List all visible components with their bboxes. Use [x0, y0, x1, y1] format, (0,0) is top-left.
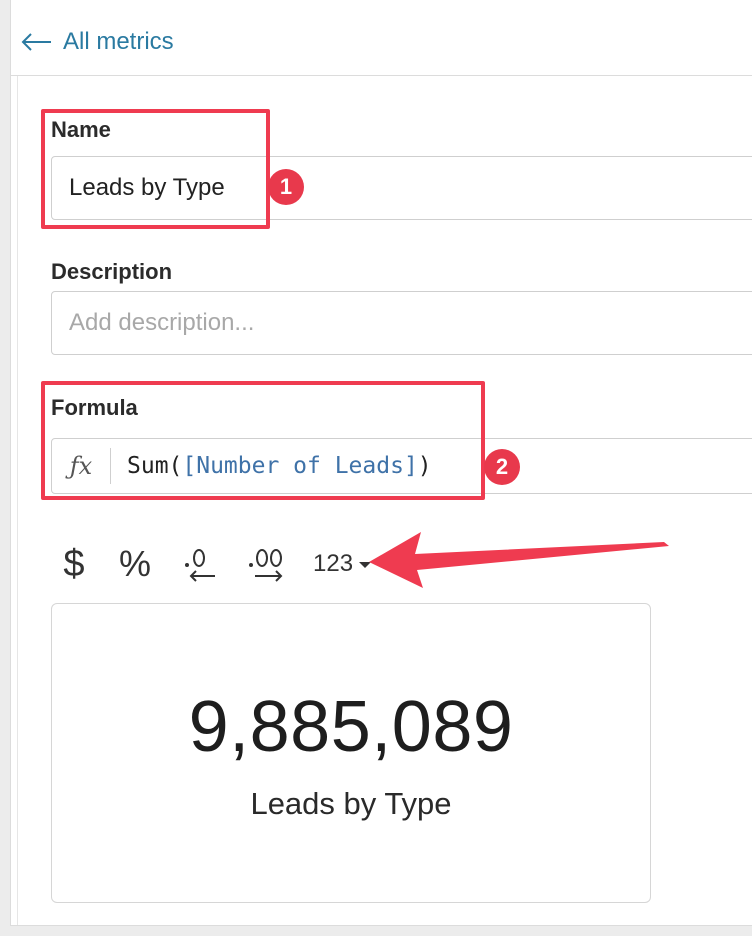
formula-field-reference: [Number of Leads] [182, 453, 418, 479]
metric-preview-card: 9,885,089 Leads by Type [51, 603, 651, 903]
back-to-all-metrics-link[interactable]: All metrics [21, 24, 174, 60]
percent-format-button[interactable]: % [115, 540, 155, 588]
annotation-badge-1: 1 [268, 169, 304, 205]
function-icon: ƒx [69, 452, 93, 480]
decrease-decimals-button[interactable] [181, 540, 221, 588]
formula-input[interactable]: ƒx Sum([Number of Leads]) [51, 438, 752, 494]
description-input[interactable]: Add description... [51, 291, 752, 355]
increase-decimals-button[interactable] [247, 540, 287, 588]
formula-label: Formula [51, 395, 138, 420]
header-divider [11, 75, 752, 76]
annotation-arrow-icon [369, 532, 669, 588]
format-toolbar: $ % 123 [59, 540, 372, 588]
formula-close-paren: ) [417, 453, 432, 479]
formula-function: Sum( [127, 453, 183, 479]
back-link-label: All metrics [63, 28, 174, 55]
decrease-decimals-icon [185, 549, 215, 582]
number-format-dropdown[interactable]: 123 [313, 540, 372, 588]
annotation-badge-2: 2 [484, 449, 520, 485]
metric-editor-panel: All metrics Name Leads by Type Descripti… [10, 0, 752, 926]
increase-decimals-icon [249, 549, 283, 582]
name-input[interactable]: Leads by Type [51, 156, 752, 220]
name-label: Name [51, 117, 111, 142]
preview-label: Leads by Type [250, 786, 452, 821]
currency-format-button[interactable]: $ [59, 540, 89, 588]
arrow-left-icon [21, 33, 51, 51]
preview-value: 9,885,089 [188, 687, 514, 767]
number-format-label: 123 [313, 550, 354, 577]
description-label: Description [51, 259, 173, 284]
panel-inner-rule [17, 76, 18, 925]
formula-expression: Sum([Number of Leads]) [111, 453, 432, 479]
